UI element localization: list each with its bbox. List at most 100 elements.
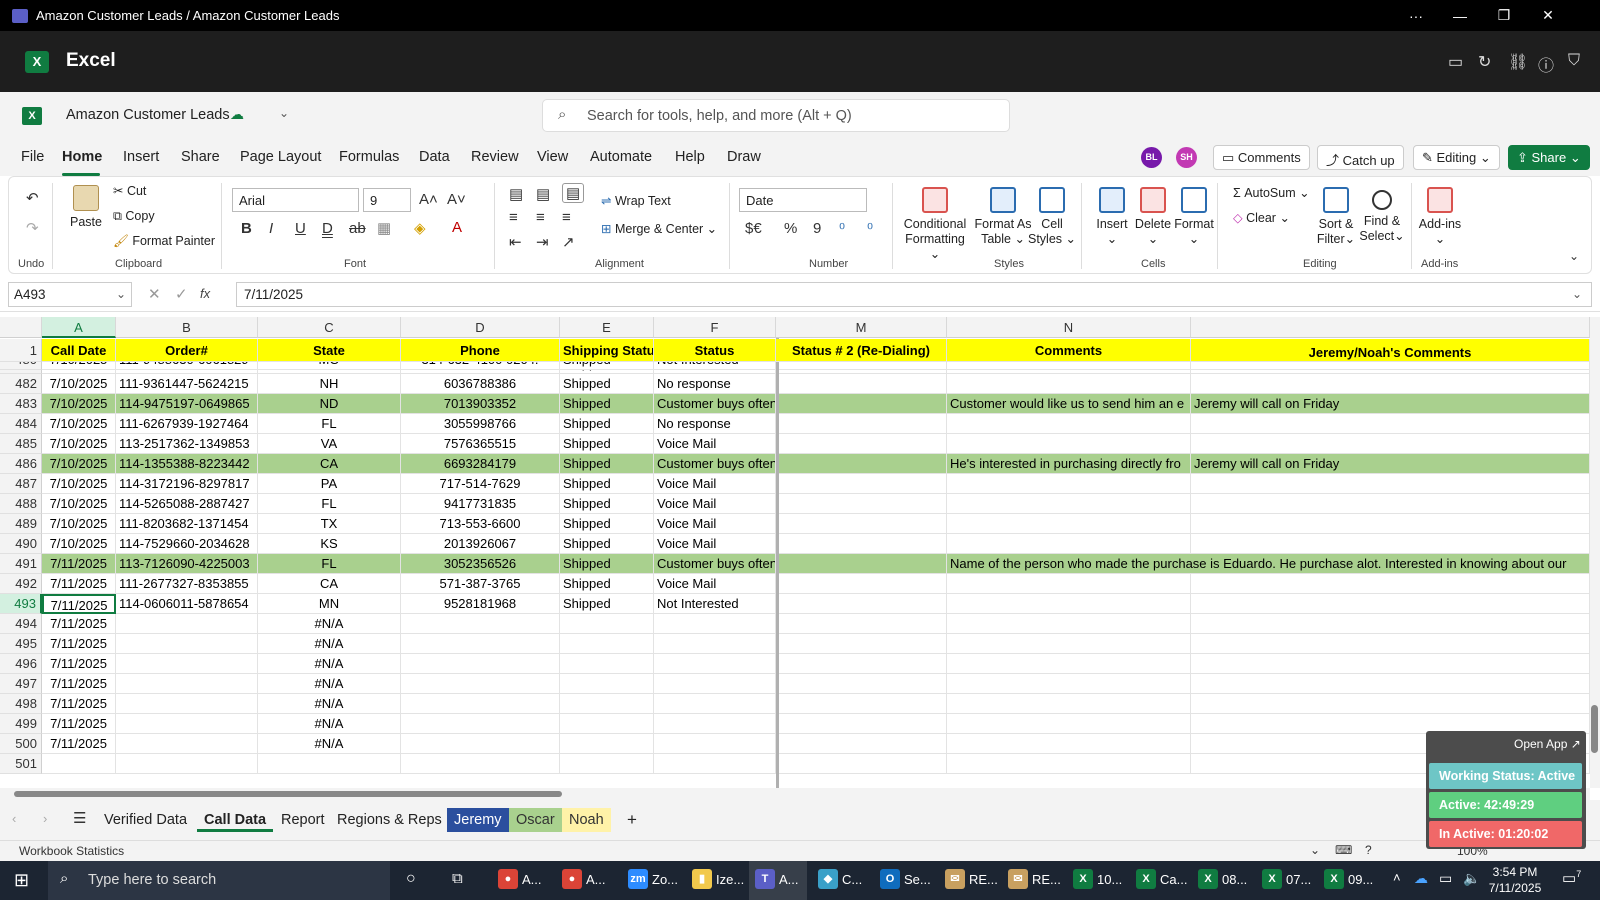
sheet-tab[interactable]: Noah <box>562 808 611 832</box>
comments-button[interactable]: ▭ Comments <box>1213 145 1310 170</box>
percent-icon[interactable]: % <box>784 220 797 237</box>
cell-order[interactable]: 114-9475197-0649865 <box>116 394 258 414</box>
cell-state[interactable]: ND <box>258 394 401 414</box>
column-title[interactable]: Comments <box>947 339 1191 362</box>
cell-state[interactable]: MN <box>258 594 401 614</box>
column-header[interactable]: D <box>401 317 560 338</box>
catch-up-button[interactable]: ⤴ Catch up <box>1317 145 1404 170</box>
shield-icon[interactable]: ⛉ <box>1568 52 1580 70</box>
cell-comments[interactable] <box>947 674 1191 694</box>
cell-order[interactable]: 114-3172196-8297817 <box>116 474 258 494</box>
fx-icon[interactable]: fx <box>200 286 210 301</box>
cell-status[interactable] <box>654 734 776 754</box>
cell-status[interactable] <box>654 694 776 714</box>
menu-formulas[interactable]: Formulas <box>339 149 399 165</box>
cell-status[interactable] <box>654 614 776 634</box>
cell-date[interactable]: 7/10/2025 <box>42 374 116 394</box>
cell-state[interactable]: NH <box>258 374 401 394</box>
cell-jn[interactable] <box>1191 434 1590 454</box>
column-header[interactable] <box>1191 317 1590 338</box>
cell-status[interactable]: Voice Mail <box>654 514 776 534</box>
column-header[interactable]: E <box>560 317 654 338</box>
column-title[interactable]: Status <box>654 339 776 362</box>
cell-phone[interactable]: 717-514-7629 <box>401 474 560 494</box>
cell-phone[interactable]: 6036788386 <box>401 374 560 394</box>
menu-draw[interactable]: Draw <box>727 149 761 165</box>
cell-phone[interactable]: 9528181968 <box>401 594 560 614</box>
cell-status[interactable]: Voice Mail <box>654 434 776 454</box>
row-number[interactable]: 490 <box>0 534 42 554</box>
vertical-scroll-thumb[interactable] <box>1591 705 1598 753</box>
align-bottom-icon[interactable]: ▤ <box>562 183 585 203</box>
taskbar-app[interactable]: ✉ RE... <box>945 869 998 889</box>
cell-status[interactable] <box>654 674 776 694</box>
cell-order[interactable] <box>116 754 258 774</box>
cell-s2[interactable] <box>776 474 947 494</box>
keyboard-icon[interactable]: ⌨ <box>1335 843 1352 857</box>
cell-styles-button[interactable]: Cell Styles ⌄ <box>1027 187 1077 247</box>
onedrive-icon[interactable]: ☁ <box>1414 870 1428 887</box>
underline-icon[interactable]: U <box>295 220 306 237</box>
cell-date[interactable]: 7/11/2025 <box>42 654 116 674</box>
cell-order[interactable]: 111-6267939-1927464 <box>116 414 258 434</box>
cell-jn[interactable] <box>1191 474 1590 494</box>
column-title[interactable]: Call Date <box>42 339 116 362</box>
cell-date[interactable]: 7/10/2025 <box>42 534 116 554</box>
clear-button[interactable]: ◇ Clear ⌄ <box>1233 210 1290 225</box>
orientation-icon[interactable]: ↗ <box>562 233 575 251</box>
cell-status[interactable] <box>654 634 776 654</box>
volume-icon[interactable]: 🔈 <box>1463 870 1480 887</box>
prev-sheet-icon[interactable]: ‹ <box>12 811 16 826</box>
cell-comments[interactable] <box>947 694 1191 714</box>
cell-s2[interactable] <box>776 534 947 554</box>
cell-s2[interactable] <box>776 394 947 414</box>
cell-s2[interactable] <box>776 434 947 454</box>
cell-comments[interactable] <box>947 754 1191 774</box>
cell-status[interactable] <box>654 714 776 734</box>
cell-date[interactable]: 7/11/2025 <box>42 594 116 614</box>
borders-icon[interactable]: ▦ <box>377 219 391 237</box>
row-number[interactable]: 496 <box>0 654 42 674</box>
cell-jn[interactable] <box>1191 534 1590 554</box>
row-number[interactable]: 498 <box>0 694 42 714</box>
cell-date[interactable]: 7/11/2025 <box>42 714 116 734</box>
cell-phone[interactable]: 7013903352 <box>401 394 560 414</box>
cell-order[interactable]: 113-2517362-1349853 <box>116 434 258 454</box>
search-input[interactable]: Search for tools, help, and more (Alt + … <box>542 99 1010 132</box>
taskbar-app[interactable]: ● A... <box>562 869 606 889</box>
minimize-button[interactable]: — <box>1438 0 1482 31</box>
cell-date[interactable]: 7/11/2025 <box>42 634 116 654</box>
cell-phone[interactable] <box>401 614 560 634</box>
cell-status[interactable]: Customer buys often - Email provided <box>654 454 776 474</box>
cell-state[interactable]: FL <box>258 554 401 574</box>
cell-comments[interactable] <box>947 434 1191 454</box>
cell-ship[interactable] <box>560 694 654 714</box>
taskbar-app[interactable]: ◆ C... <box>818 869 862 889</box>
cell-state[interactable]: FL <box>258 414 401 434</box>
menu-automate[interactable]: Automate <box>590 149 652 165</box>
merge-center-button[interactable]: ⊞ Merge & Center ⌄ <box>601 221 717 236</box>
menu-insert[interactable]: Insert <box>123 149 159 165</box>
cell-date[interactable]: 7/11/2025 <box>42 554 116 574</box>
cell-date[interactable]: 7/11/2025 <box>42 734 116 754</box>
cell-date[interactable]: 7/11/2025 <box>42 694 116 714</box>
cell-ship[interactable]: Shipped <box>560 474 654 494</box>
decrease-indent-icon[interactable]: ⇤ <box>509 233 522 251</box>
cell-ship[interactable] <box>560 714 654 734</box>
row-number[interactable]: 494 <box>0 614 42 634</box>
cell-ship[interactable]: Shipped <box>560 434 654 454</box>
align-left-icon[interactable]: ≡ <box>509 209 518 226</box>
cell-jn[interactable] <box>1191 614 1590 634</box>
column-header[interactable]: B <box>116 317 258 338</box>
cell-jn[interactable] <box>1191 654 1590 674</box>
restore-button[interactable]: ❐ <box>1482 0 1526 31</box>
clock-date[interactable]: 7/11/2025 <box>1484 881 1546 895</box>
cell-status[interactable]: Voice Mail <box>654 494 776 514</box>
number-format-dropdown[interactable]: Date <box>739 188 867 212</box>
sheet-tab[interactable]: Oscar <box>509 808 562 832</box>
notification-icon[interactable]: ▭7 <box>1562 869 1581 887</box>
decrease-font-icon[interactable]: A˅ <box>447 191 466 208</box>
cell-s2[interactable] <box>776 414 947 434</box>
close-button[interactable]: ✕ <box>1526 0 1570 31</box>
cell-phone[interactable]: 2013926067 <box>401 534 560 554</box>
